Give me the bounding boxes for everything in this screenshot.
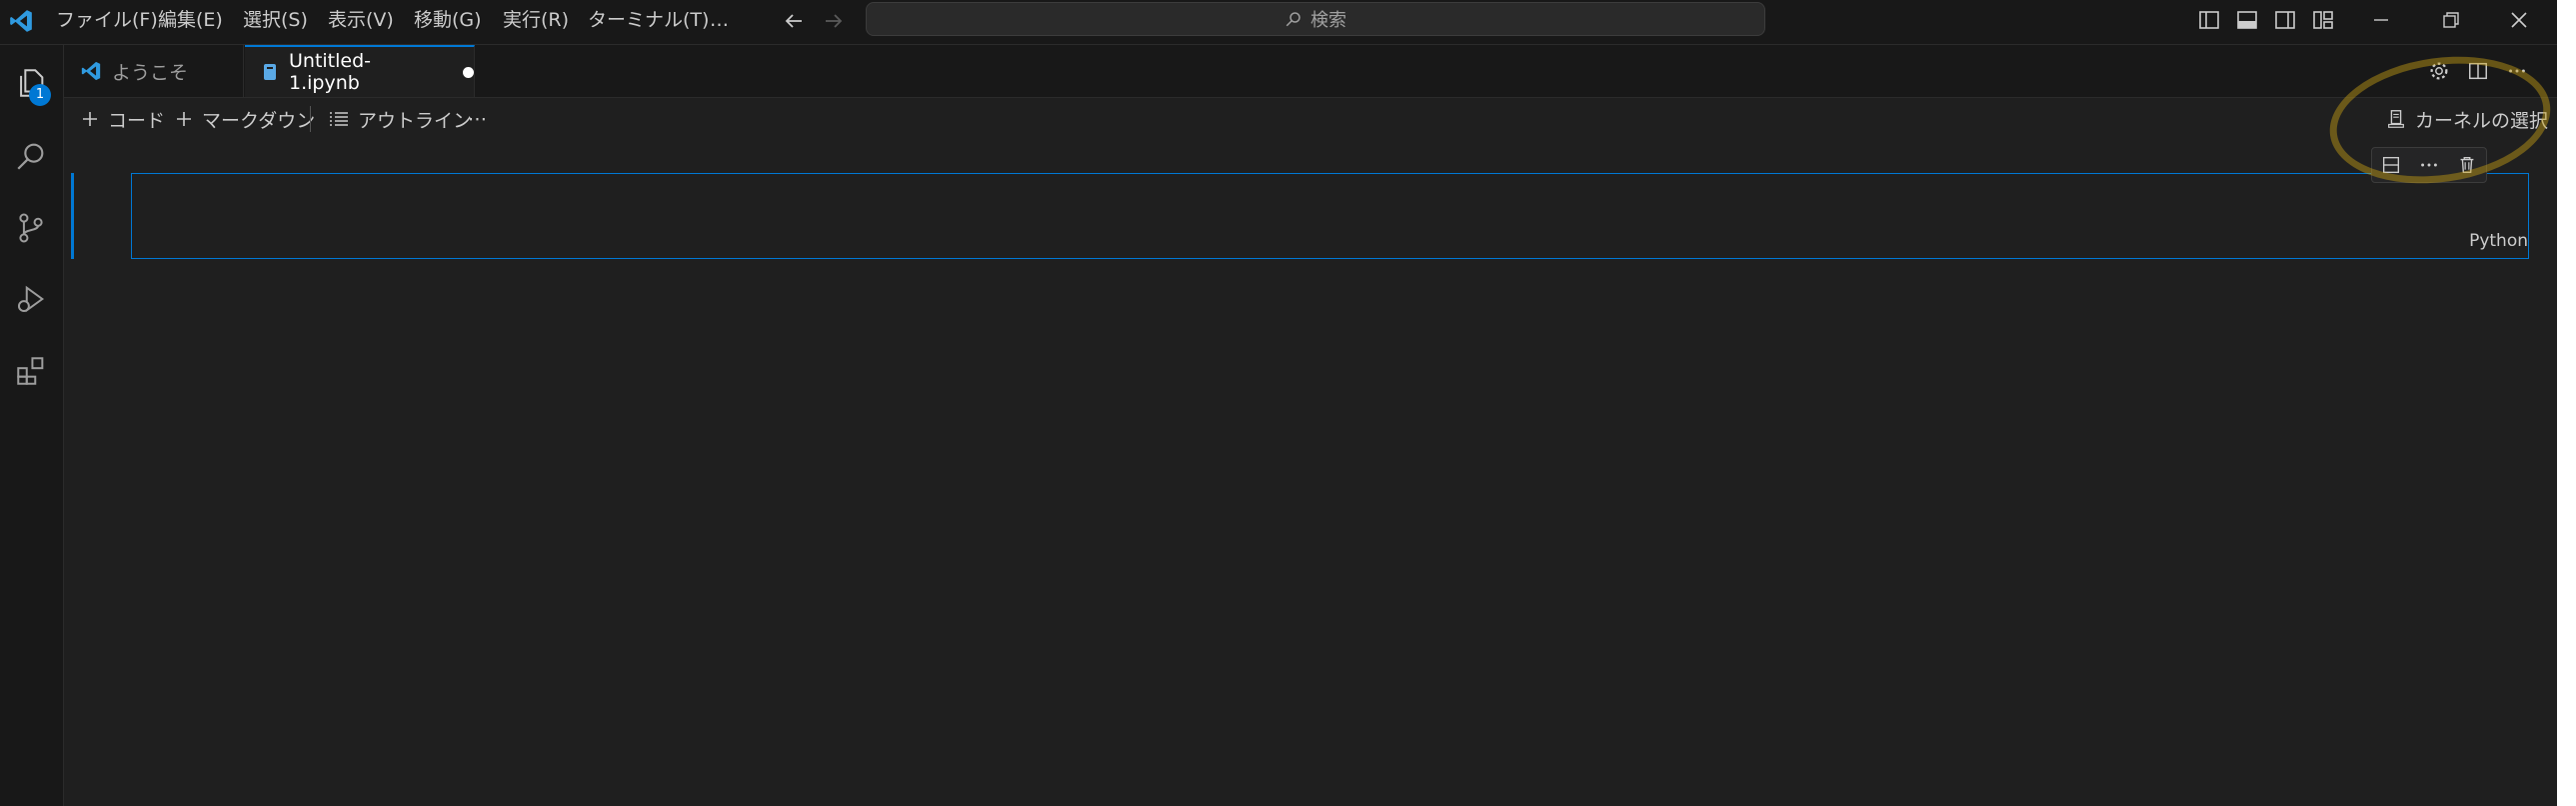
back-arrow-icon[interactable] bbox=[782, 9, 806, 33]
add-markdown-label: マークダウン bbox=[202, 109, 316, 132]
add-code-cell-button[interactable]: コード bbox=[80, 104, 165, 134]
customize-layout-icon[interactable] bbox=[2311, 8, 2335, 32]
add-markdown-cell-button[interactable]: マークダウン bbox=[174, 104, 315, 134]
code-cell-editor[interactable] bbox=[131, 173, 2529, 259]
plus-icon bbox=[174, 109, 194, 129]
toggle-primary-sidebar-icon[interactable] bbox=[2197, 8, 2221, 32]
tab-label: ようこそ bbox=[112, 61, 189, 84]
toolbar-more-button[interactable]: ⋯ bbox=[468, 104, 487, 134]
tab-untitled-notebook[interactable]: Untitled-1.ipynb bbox=[245, 45, 475, 97]
close-icon[interactable] bbox=[2507, 8, 2531, 32]
command-center-search[interactable]: 検索 bbox=[866, 2, 1765, 36]
menu-run[interactable]: 実行(R) bbox=[503, 0, 569, 44]
menu-edit[interactable]: 編集(E) bbox=[158, 0, 223, 44]
list-icon bbox=[328, 109, 350, 129]
menu-selection[interactable]: 選択(S) bbox=[243, 0, 308, 44]
menu-more[interactable]: … bbox=[710, 0, 729, 44]
menu-file[interactable]: ファイル(F) bbox=[56, 0, 158, 44]
vscode-logo-icon bbox=[8, 8, 34, 34]
outline-label: アウトライン bbox=[358, 109, 473, 132]
menu-go[interactable]: 移動(G) bbox=[414, 0, 482, 44]
restore-icon[interactable] bbox=[2439, 8, 2463, 32]
explorer-badge: 1 bbox=[29, 84, 51, 106]
toggle-panel-icon[interactable] bbox=[2235, 8, 2259, 32]
extensions-icon[interactable] bbox=[8, 348, 54, 394]
menu-view[interactable]: 表示(V) bbox=[328, 0, 394, 44]
search-placeholder: 検索 bbox=[1310, 10, 1346, 31]
vscode-logo-icon bbox=[80, 60, 102, 82]
cell-focus-indicator bbox=[71, 173, 74, 259]
plus-icon bbox=[80, 109, 100, 129]
add-code-label: コード bbox=[108, 109, 166, 132]
run-debug-icon[interactable] bbox=[8, 276, 54, 322]
search-icon bbox=[1285, 10, 1302, 28]
forward-arrow-icon[interactable] bbox=[822, 9, 846, 33]
outline-button[interactable]: アウトライン bbox=[328, 104, 472, 134]
unsaved-indicator-dot[interactable] bbox=[463, 66, 474, 78]
toggle-secondary-sidebar-icon[interactable] bbox=[2273, 8, 2297, 32]
tab-welcome[interactable]: ようこそ bbox=[64, 45, 244, 97]
tab-label: Untitled-1.ipynb bbox=[289, 50, 372, 94]
notebook-file-icon bbox=[261, 62, 279, 82]
toolbar-separator bbox=[310, 106, 311, 132]
search-view-icon[interactable] bbox=[8, 133, 54, 179]
menu-terminal[interactable]: ターミナル(T) bbox=[588, 0, 709, 44]
source-control-icon[interactable] bbox=[8, 205, 54, 251]
background-window-edge bbox=[2557, 0, 2576, 806]
cell-language-indicator[interactable]: Python bbox=[2469, 231, 2528, 251]
minimize-icon[interactable] bbox=[2369, 8, 2393, 32]
